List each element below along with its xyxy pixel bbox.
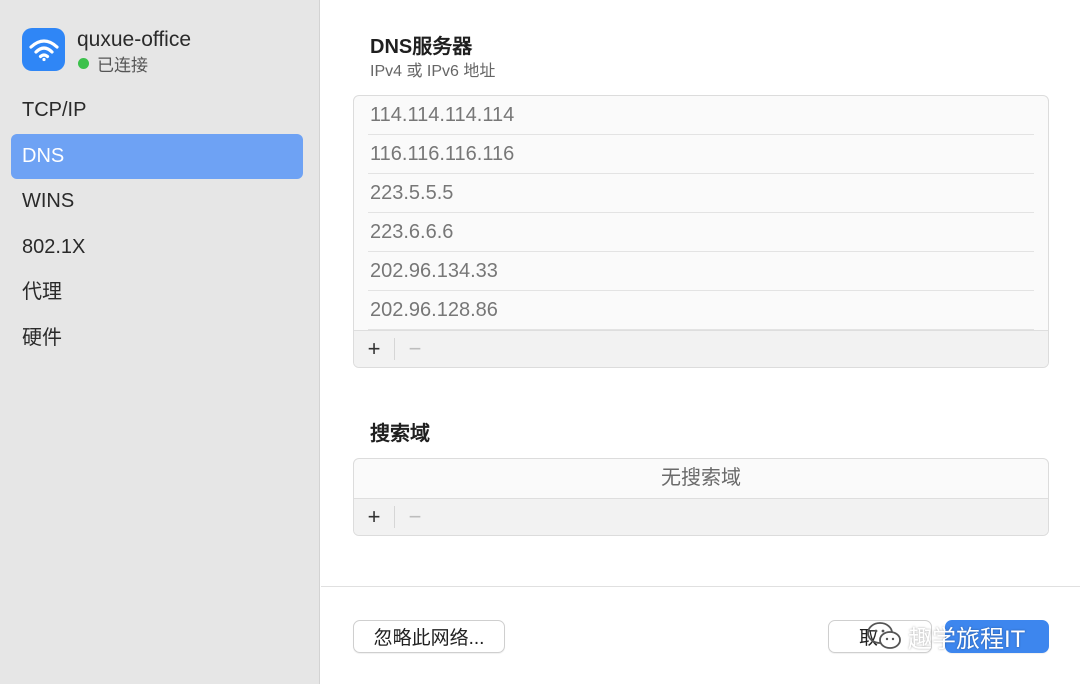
dns-server-list: 114.114.114.114 116.116.116.116 223.5.5.… (353, 95, 1049, 368)
status-dot-icon (78, 57, 89, 69)
sidebar-item-wins[interactable]: WINS (11, 179, 303, 225)
network-header: quxue-office 已连接 (22, 28, 312, 76)
dns-server-row[interactable]: 202.96.128.86 (354, 291, 1048, 330)
main-panel: DNS服务器 IPv4 或 IPv6 地址 114.114.114.114 11… (321, 0, 1080, 684)
sidebar: quxue-office 已连接 TCP/IP DNS WINS 802.1X … (0, 0, 320, 684)
wifi-icon (22, 28, 65, 71)
search-domain-list: 无搜索域 + − (353, 458, 1049, 536)
watermark-text: 趣学旅程IT (908, 625, 1026, 653)
dns-server-row[interactable]: 223.5.5.5 (354, 174, 1048, 213)
toolbar-divider (394, 506, 395, 528)
toolbar-divider (394, 338, 395, 360)
remove-dns-server-button[interactable]: − (403, 337, 427, 361)
search-domain-empty-text: 无搜索域 (661, 467, 741, 489)
network-name: quxue-office (77, 28, 192, 51)
dns-servers-subtitle: IPv4 或 IPv6 地址 (370, 63, 496, 80)
wechat-icon (867, 622, 901, 649)
dns-server-row[interactable]: 116.116.116.116 (354, 135, 1048, 174)
watermark: 趣学旅程IT (866, 619, 1025, 653)
status-text: 已连接 (97, 55, 148, 75)
sidebar-item-8021x[interactable]: 802.1X (11, 225, 303, 271)
search-domain-toolbar: + − (354, 498, 1048, 535)
sidebar-item-hardware[interactable]: 硬件 (11, 316, 303, 362)
add-search-domain-button[interactable]: + (362, 505, 386, 529)
sidebar-item-proxy[interactable]: 代理 (11, 270, 303, 316)
dns-server-row[interactable]: 202.96.134.33 (354, 252, 1048, 291)
dns-servers-title: DNS服务器 (370, 36, 473, 58)
dns-server-row[interactable]: 223.6.6.6 (354, 213, 1048, 252)
add-dns-server-button[interactable]: + (362, 337, 386, 361)
forget-network-button[interactable]: 忽略此网络... (353, 620, 505, 653)
dns-list-toolbar: + − (354, 330, 1048, 367)
sidebar-item-dns[interactable]: DNS (11, 133, 303, 179)
network-status: 已连接 (78, 54, 148, 75)
search-domains-title: 搜索域 (370, 423, 430, 445)
remove-search-domain-button[interactable]: − (403, 505, 427, 529)
footer-divider (321, 586, 1080, 587)
sidebar-nav: TCP/IP DNS WINS 802.1X 代理 硬件 (11, 88, 303, 361)
dns-server-row[interactable]: 114.114.114.114 (354, 96, 1048, 135)
sidebar-item-tcpip[interactable]: TCP/IP (11, 88, 303, 134)
